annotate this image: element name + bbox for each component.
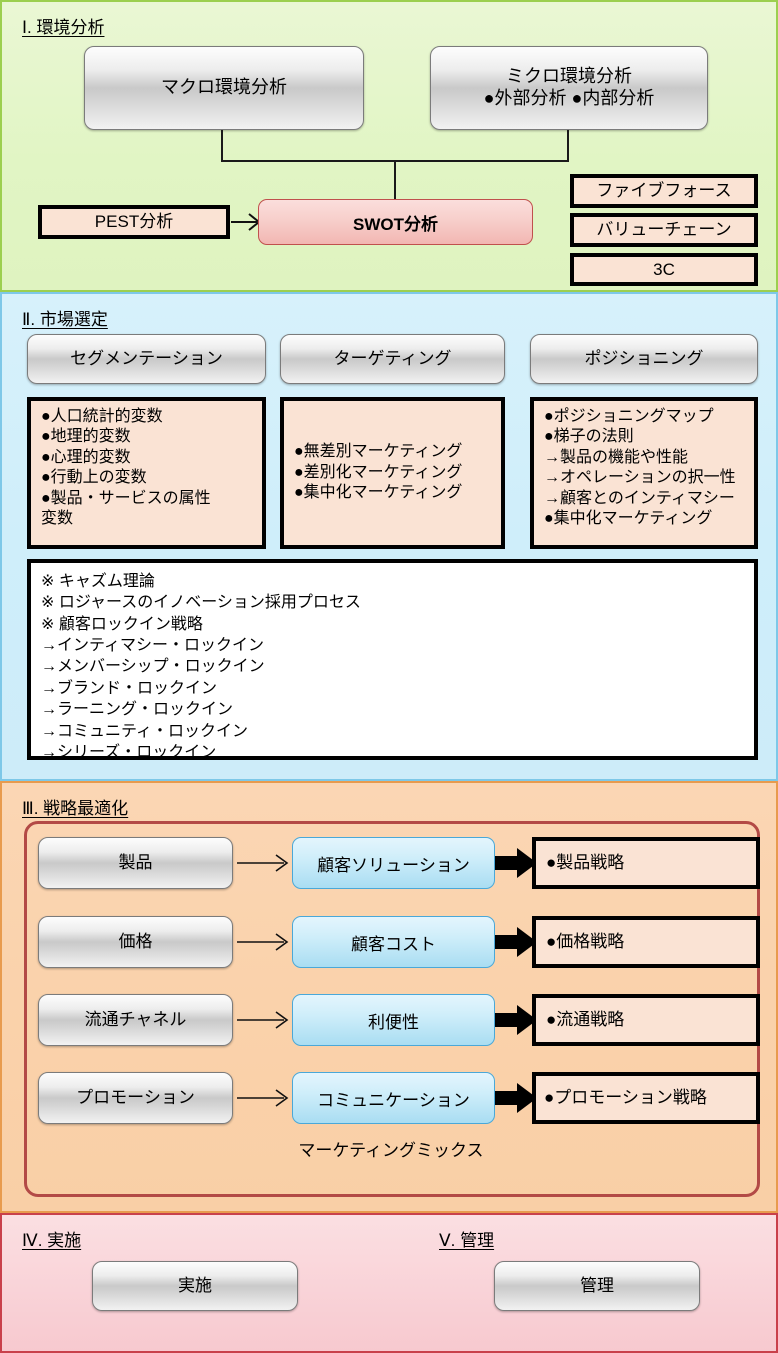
- micro-environment-box[interactable]: ミクロ環境分析 ●外部分析 ●内部分析: [430, 46, 708, 130]
- section-2-label: Ⅱ. 市場選定: [22, 310, 108, 329]
- section-1-label: Ⅰ. 環境分析: [22, 18, 105, 37]
- execution-box[interactable]: 実施: [92, 1261, 298, 1311]
- section-3-label: Ⅲ. 戦略最適化: [22, 799, 129, 818]
- mix-4p-price[interactable]: 価格: [38, 916, 233, 968]
- arrow-product-to-solution: [236, 851, 290, 875]
- tool-box-five-forces[interactable]: ファイブフォース: [570, 174, 758, 208]
- market-notes-box: ※ キャズム理論 ※ ロジャースのイノベーション採用プロセス ※ 顧客ロックイン…: [27, 559, 758, 761]
- macro-environment-box[interactable]: マクロ環境分析: [84, 46, 364, 130]
- arrow-place-to-convenience: [236, 1008, 290, 1032]
- section-4-label: Ⅳ. 実施: [22, 1231, 82, 1250]
- mix-output-product-strategy: ●製品戦略: [532, 837, 760, 889]
- mix-4c-customer-cost[interactable]: 顧客コスト: [292, 916, 495, 968]
- mix-4p-place[interactable]: 流通チャネル: [38, 994, 233, 1046]
- mix-4c-customer-solution[interactable]: 顧客ソリューション: [292, 837, 495, 889]
- mix-output-place-strategy: ●流通戦略: [532, 994, 760, 1046]
- section-5-label: Ⅴ. 管理: [439, 1231, 495, 1250]
- mix-output-price-strategy: ●価格戦略: [532, 916, 760, 968]
- swot-analysis-box[interactable]: SWOT分析: [258, 199, 533, 245]
- mix-output-promotion-strategy: ●プロモーション戦略: [532, 1072, 760, 1124]
- mix-4p-promotion[interactable]: プロモーション: [38, 1072, 233, 1124]
- fat-arrow-row-2: [495, 926, 537, 958]
- mix-4c-convenience[interactable]: 利便性: [292, 994, 495, 1046]
- marketing-mix-label: マーケティングミックス: [298, 1141, 484, 1160]
- diagram-root: Ⅰ. 環境分析 マクロ環境分析 ミクロ環境分析 ●外部分析 ●内部分析 PEST…: [0, 0, 778, 1353]
- section-strategy-optimization: Ⅲ. 戦略最適化 製品 顧客ソリューション ●製品戦略 価格 顧客コスト ●価格…: [0, 781, 778, 1213]
- section-execution-control: Ⅳ. 実施 Ⅴ. 管理 実施 管理: [0, 1213, 778, 1353]
- stp-header-targeting[interactable]: ターゲティング: [280, 334, 505, 384]
- mix-4p-product[interactable]: 製品: [38, 837, 233, 889]
- stp-detail-segmentation: ●人口統計的変数 ●地理的変数 ●心理的変数 ●行動上の変数 ●製品・サービスの…: [27, 397, 266, 549]
- connector-micro-down: [567, 130, 569, 162]
- connector-macro-down: [221, 130, 223, 162]
- control-box[interactable]: 管理: [494, 1261, 700, 1311]
- stp-header-positioning[interactable]: ポジショニング: [530, 334, 758, 384]
- mix-4c-communication[interactable]: コミュニケーション: [292, 1072, 495, 1124]
- tool-box-value-chain[interactable]: バリューチェーン: [570, 213, 758, 247]
- connector-to-swot: [394, 160, 396, 200]
- arrow-price-to-cost: [236, 930, 290, 954]
- stp-detail-positioning: ●ポジショニングマップ ●梯子の法則 →製品の機能や性能 →オペレーションの択一…: [530, 397, 758, 549]
- stp-detail-targeting: ●無差別マーケティング ●差別化マーケティング ●集中化マーケティング: [280, 397, 505, 549]
- fat-arrow-row-1: [495, 847, 537, 879]
- section-market-selection: Ⅱ. 市場選定 セグメンテーション ターゲティング ポジショニング ●人口統計的…: [0, 292, 778, 781]
- tool-box-3c[interactable]: 3C: [570, 253, 758, 286]
- fat-arrow-row-4: [495, 1082, 537, 1114]
- fat-arrow-row-3: [495, 1004, 537, 1036]
- section-environment-analysis: Ⅰ. 環境分析 マクロ環境分析 ミクロ環境分析 ●外部分析 ●内部分析 PEST…: [0, 0, 778, 292]
- arrow-promotion-to-communication: [236, 1086, 290, 1110]
- pest-analysis-box[interactable]: PEST分析: [38, 205, 230, 239]
- stp-header-segmentation[interactable]: セグメンテーション: [27, 334, 266, 384]
